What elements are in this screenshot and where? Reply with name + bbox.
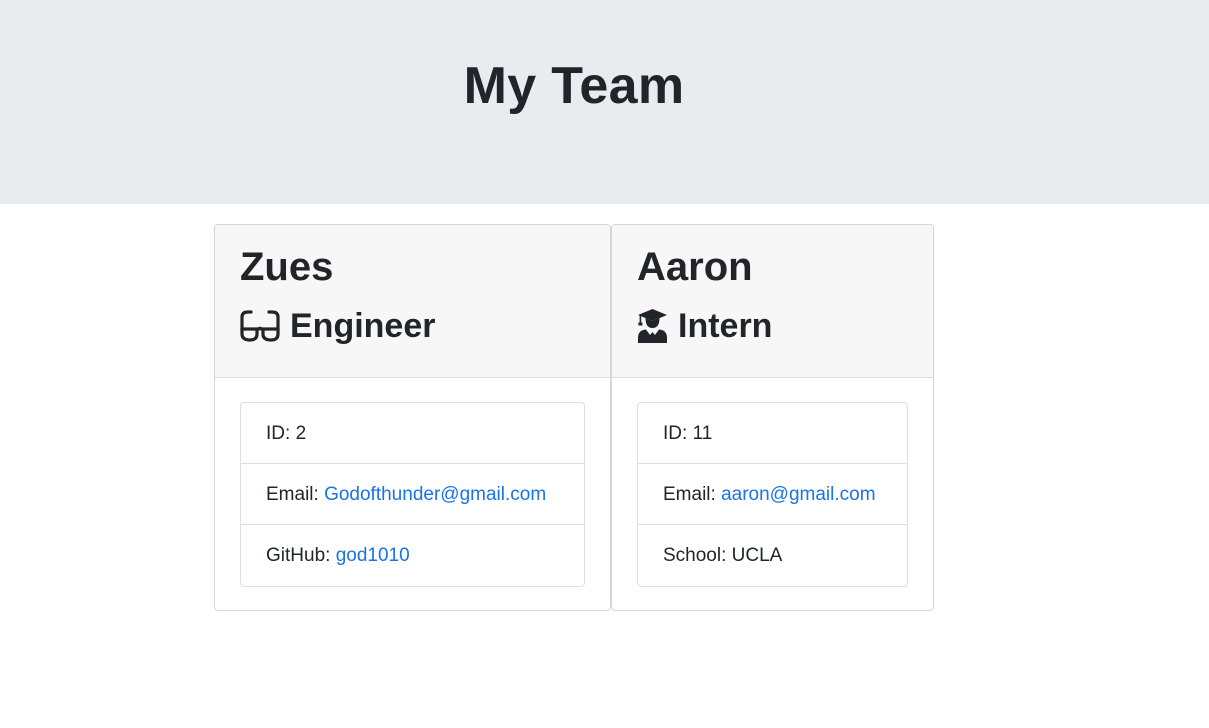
email-link[interactable]: aaron@gmail.com: [721, 484, 875, 505]
list-item-id: ID: 11: [638, 403, 907, 464]
role-label: Intern: [678, 307, 773, 345]
page-title: My Team: [463, 57, 685, 115]
email-label: Email:: [663, 484, 716, 505]
email-link[interactable]: Godofthunder@gmail.com: [324, 484, 546, 505]
employee-card-engineer: Zues Engineer ID: 2 Email: Godofthunder@…: [214, 224, 611, 611]
user-graduate-icon: [637, 308, 668, 344]
github-link[interactable]: god1010: [336, 545, 410, 566]
employee-card-intern: Aaron Intern ID: 11 Email: aaron@gmail.c…: [611, 224, 934, 611]
employee-role: Intern: [637, 305, 772, 347]
id-label: ID:: [266, 423, 291, 444]
employee-details-list: ID: 11 Email: aaron@gmail.com School: UC…: [637, 402, 908, 587]
list-item-email: Email: aaron@gmail.com: [638, 464, 907, 525]
school-value: UCLA: [731, 545, 783, 566]
header-banner: My Team: [0, 0, 1209, 204]
glasses-icon: [240, 309, 280, 343]
id-value: 11: [692, 423, 713, 444]
employee-role: Engineer: [240, 305, 435, 347]
email-label: Email:: [266, 484, 319, 505]
id-value: 2: [295, 423, 307, 444]
card-header: Aaron Intern: [612, 225, 933, 378]
list-item-id: ID: 2: [241, 403, 584, 464]
role-label: Engineer: [290, 307, 436, 345]
list-item-school: School: UCLA: [638, 525, 907, 586]
list-item-github: GitHub: god1010: [241, 525, 584, 586]
card-header: Zues Engineer: [215, 225, 610, 378]
employee-name: Aaron: [637, 245, 753, 289]
employee-name: Zues: [240, 245, 334, 289]
employee-details-list: ID: 2 Email: Godofthunder@gmail.com GitH…: [240, 402, 585, 587]
id-label: ID:: [663, 423, 688, 444]
github-label: GitHub:: [266, 545, 331, 566]
school-label: School:: [663, 545, 727, 566]
list-item-email: Email: Godofthunder@gmail.com: [241, 464, 584, 525]
